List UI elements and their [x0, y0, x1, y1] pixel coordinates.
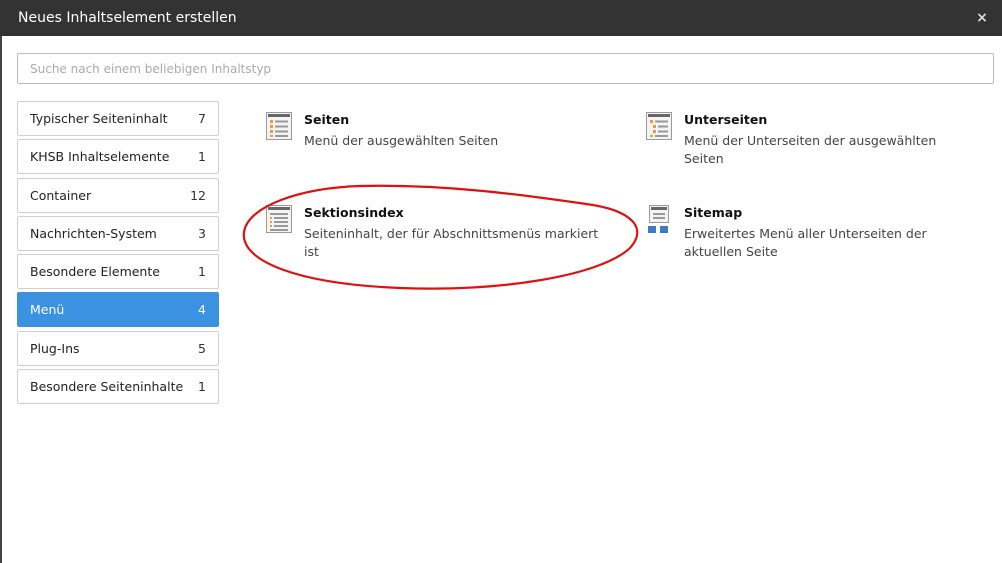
section-index-icon	[266, 205, 292, 233]
dialog-left-border	[0, 36, 2, 563]
category-container[interactable]: Container 12	[17, 177, 219, 213]
menu-subpages-icon	[646, 112, 672, 140]
category-menu[interactable]: Menü 4	[17, 292, 219, 328]
category-count: 12	[190, 187, 206, 203]
category-label: Container	[30, 187, 92, 203]
category-count: 5	[198, 340, 206, 356]
category-count: 3	[198, 225, 206, 241]
content-type-sektionsindex[interactable]: Sektionsindex Seiteninhalt, der für Absc…	[266, 205, 606, 261]
category-label: Besondere Elemente	[30, 264, 160, 280]
category-label: Nachrichten-System	[30, 225, 157, 241]
content-type-description: Seiteninhalt, der für Abschnittsmenüs ma…	[304, 226, 599, 259]
content-type-name: Unterseiten	[684, 112, 768, 127]
content-type-name: Seiten	[304, 112, 350, 127]
category-label: KHSB Inhaltselemente	[30, 149, 170, 165]
category-typischer-seiteninhalt[interactable]: Typischer Seiteninhalt 7	[17, 101, 219, 136]
category-count: 1	[198, 379, 206, 395]
category-count: 1	[198, 264, 206, 280]
category-label: Besondere Seiteninhalte	[30, 379, 184, 395]
category-plug-ins[interactable]: Plug-Ins 5	[17, 330, 219, 366]
content-type-sitemap[interactable]: Sitemap Erweitertes Menü aller Unterseit…	[646, 205, 966, 261]
category-count: 4	[198, 302, 206, 318]
category-list: Typischer Seiteninhalt 7 KHSB Inhaltsele…	[17, 101, 219, 407]
sitemap-icon	[646, 205, 672, 233]
content-type-description: Erweitertes Menü aller Unterseiten der a…	[684, 226, 927, 259]
content-type-name: Sitemap	[684, 205, 743, 220]
category-besondere-seiteninhalte[interactable]: Besondere Seiteninhalte 1	[17, 369, 219, 405]
category-khsb-inhaltselemente[interactable]: KHSB Inhaltselemente 1	[17, 139, 219, 175]
menu-pages-icon	[266, 112, 292, 140]
dialog-titlebar: Neues Inhaltselement erstellen ×	[0, 0, 1002, 36]
category-count: 7	[198, 111, 206, 126]
category-label: Typischer Seiteninhalt	[30, 111, 168, 126]
content-type-seiten[interactable]: Seiten Menü der ausgewählten Seiten	[266, 112, 606, 150]
category-count: 1	[198, 149, 206, 165]
category-label: Plug-Ins	[30, 340, 80, 356]
category-label: Menü	[30, 302, 65, 318]
dialog-title: Neues Inhaltselement erstellen	[18, 10, 237, 26]
content-type-unterseiten[interactable]: Unterseiten Menü der Unterseiten der aus…	[646, 112, 966, 168]
content-type-description: Menü der Unterseiten der ausgewählten Se…	[684, 133, 937, 166]
category-besondere-elemente[interactable]: Besondere Elemente 1	[17, 254, 219, 290]
close-icon[interactable]: ×	[972, 10, 992, 26]
category-nachrichten-system[interactable]: Nachrichten-System 3	[17, 215, 219, 251]
content-type-description: Menü der ausgewählten Seiten	[304, 133, 499, 148]
search-input[interactable]	[17, 53, 994, 84]
content-type-name: Sektionsindex	[304, 205, 404, 220]
